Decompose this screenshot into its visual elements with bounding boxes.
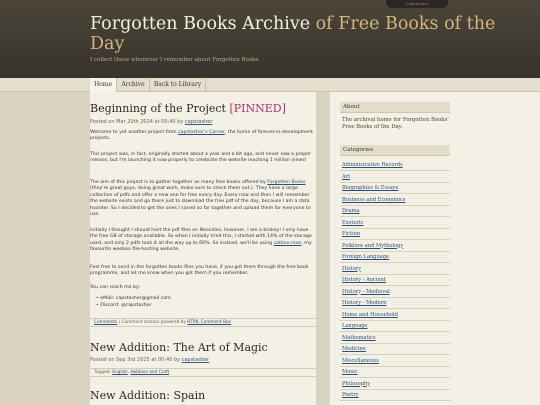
site-title-main: Forgotten Books Archive [90,14,311,34]
category-link[interactable]: Folklore and Mythology [340,241,450,252]
nav-archive[interactable]: Archive [117,78,150,92]
forgotten-books-link[interactable]: Forgotten Books [267,180,305,185]
category-link[interactable]: Biographies & Essays [340,183,450,194]
post-paragraph: Initially I thought I should host the pd… [90,228,312,253]
nav-back-to-library[interactable]: Back to Library [150,78,206,92]
category-link[interactable]: Drama [340,206,450,217]
post-title-pinned[interactable]: Beginning of the Project [PINNED] [90,102,286,115]
category-link[interactable]: Administrative Records [340,160,450,171]
site-tagline: I collect these whenever I remember abou… [90,57,261,63]
category-link[interactable]: Poetry [340,390,450,401]
sidebar: About The archival home for Forgotten Bo… [330,92,540,405]
category-link[interactable]: History - Modern [340,298,450,309]
capstashers-corner-link[interactable]: capstasher's Corner [178,130,225,135]
main-content: Beginning of the Project [PINNED] Posted… [90,92,316,405]
site-header: Capstasher Forgotten Books Archive of Fr… [0,0,540,78]
post-title-text: Beginning of the Project [90,102,230,115]
post-paragraph: The aim of this project is to gather tog… [90,180,311,218]
category-link[interactable]: Miscellaneous [340,356,450,367]
category-link[interactable]: Philosophy [340,379,450,390]
category-link[interactable]: Business and Economics [340,195,450,206]
post-author-link[interactable]: capstasher [185,119,213,125]
main-nav: Home Archive Back to Library [0,78,540,92]
nav-home[interactable]: Home [90,78,117,92]
category-link[interactable]: Language [340,321,450,332]
category-link[interactable]: History [340,264,450,275]
category-link[interactable]: History - Medieval [340,287,450,298]
categories-heading: Categories [340,145,450,156]
category-link[interactable]: Foreign Language [340,252,450,263]
post-meta: Posted on Sep 3rd 2025 at 00:40 by capst… [90,357,210,363]
comments-link[interactable]: Comments [94,320,117,325]
post-paragraph: Welcome to yet another project from caps… [90,130,313,142]
category-link[interactable]: Music [340,367,450,378]
post-paragraph: Feel free to send in the forgotten books… [90,265,309,277]
category-link[interactable]: Art [340,172,450,183]
site-title[interactable]: Forgotten Books Archive of Free Books of… [90,14,510,54]
post-paragraph: You can reach me by: [90,285,141,290]
tag-english[interactable]: English [112,370,128,375]
tag-hobbies-and-craft[interactable]: Hobbies and Craft [130,370,169,375]
category-link[interactable]: Mathematics [340,333,450,344]
about-heading: About [340,102,450,113]
post-title[interactable]: New Addition: Spain [90,389,205,402]
category-link[interactable]: History - Ancient [340,275,450,286]
post-paragraph: This project was, in fact, originally st… [90,152,311,164]
category-link[interactable]: Medicine [340,344,450,355]
header-user-tab[interactable]: Capstasher [386,0,448,8]
post-author-link[interactable]: capstasher [182,357,210,363]
contact-discord: • Discord: @capstasher [96,303,152,308]
pinned-badge: [PINNED] [229,102,286,115]
about-text: The archival home for Forgotten Books' F… [342,117,449,130]
post-footer: Comments | Comment section powered by HT… [90,318,316,327]
catbox-link[interactable]: catbox.moe [274,241,302,246]
category-link[interactable]: Home and Household [340,310,450,321]
post-title[interactable]: New Addition: The Art of Magic [90,341,268,354]
post-meta: Posted on Mar 20th 2024 at 00:40 by caps… [90,119,213,125]
category-link[interactable]: Fiction [340,229,450,240]
post-tags: Tagged: English, Hobbies and Craft [90,368,316,377]
html-comment-box-link[interactable]: HTML Comment Box [187,320,231,325]
category-link[interactable]: Esoteric [340,218,450,229]
contact-email: • eMail: capstasher@gmail.com [96,296,171,301]
